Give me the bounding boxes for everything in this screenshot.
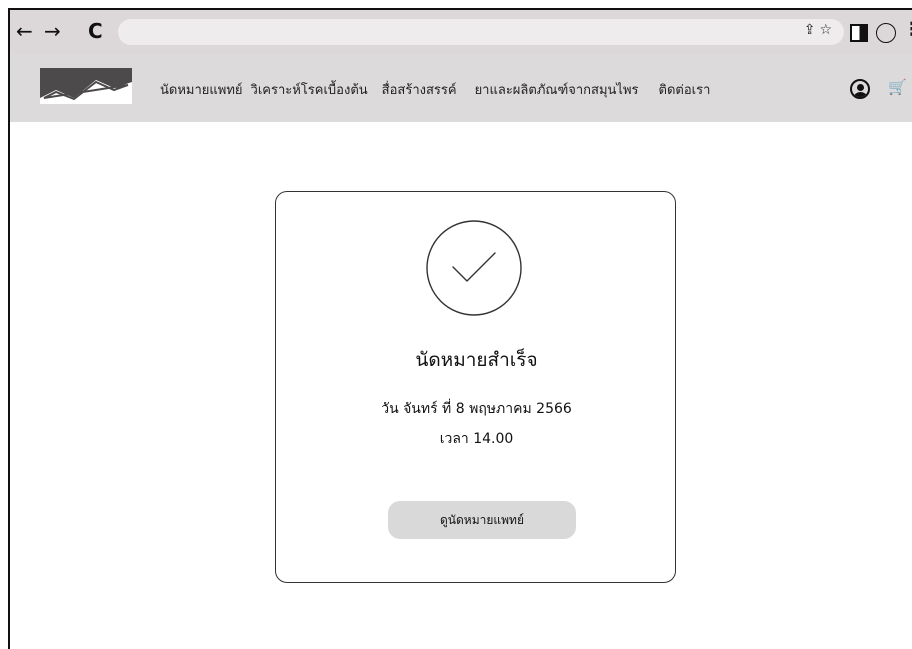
main-menu: นัดหมายแพทย์ วิเคราะห์โรคเบื้องต้น สื่อส… <box>160 79 710 100</box>
menu-item-appointment[interactable]: นัดหมายแพทย์ <box>160 79 243 100</box>
reload-icon[interactable]: C <box>88 19 103 43</box>
appointment-time: เวลา 14.00 <box>439 431 514 447</box>
menu-item-herbal-products[interactable]: ยาและผลิตภัณฑ์จากสมุนไพร <box>475 79 639 100</box>
address-bar[interactable]: ⇪☆ <box>118 19 844 45</box>
share-bookmark-icons[interactable]: ⇪☆ <box>804 22 836 38</box>
site-header: นัดหมายแพทย์ วิเคราะห์โรคเบื้องต้น สื่อส… <box>10 54 912 122</box>
view-appointment-button[interactable]: ดูนัดหมายแพทย์ <box>388 501 576 539</box>
watermark <box>300 0 420 8</box>
browser-toolbar: ← → C ⇪☆ ⋮ <box>10 10 912 54</box>
menu-item-diagnosis[interactable]: วิเคราะห์โรคเบื้องต้น <box>251 79 368 100</box>
success-title: นัดหมายสำเร็จ <box>415 349 538 371</box>
sidebar-toggle-icon[interactable] <box>850 24 868 42</box>
user-account-icon[interactable] <box>850 79 870 99</box>
back-arrow-icon[interactable]: ← <box>16 19 33 43</box>
confirmation-card: นัดหมายสำเร็จ วัน จันทร์ ที่ 8 พฤษภาคม 2… <box>275 191 676 583</box>
logo-image-placeholder[interactable] <box>40 68 132 104</box>
menu-item-contact[interactable]: ติดต่อเรา <box>659 79 711 100</box>
appointment-date: วัน จันทร์ ที่ 8 พฤษภาคม 2566 <box>381 401 572 417</box>
more-menu-icon[interactable]: ⋮ <box>903 19 912 40</box>
success-check-icon <box>426 220 522 316</box>
browser-window: ← → C ⇪☆ ⋮ นัดหมายแพทย์ วิเคราะห์โรคเบื้… <box>8 8 912 649</box>
forward-arrow-icon[interactable]: → <box>44 19 61 43</box>
profile-circle-icon[interactable] <box>876 23 896 43</box>
cart-icon[interactable]: 🛒 <box>888 78 907 96</box>
menu-item-media[interactable]: สื่อสร้างสรรค์ <box>382 79 457 100</box>
